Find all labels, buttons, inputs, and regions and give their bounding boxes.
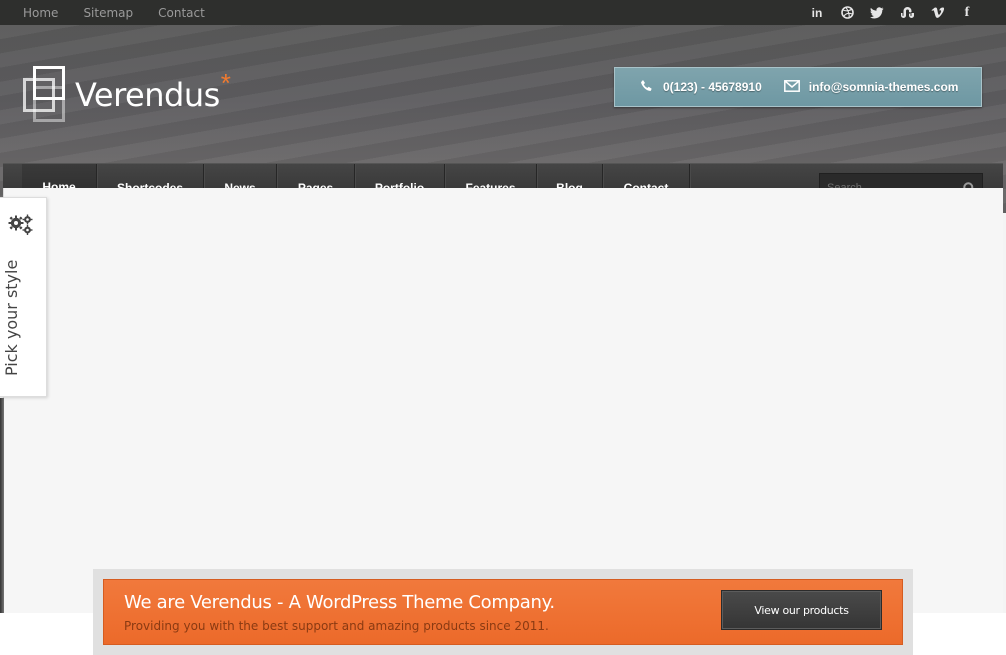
phone-icon	[640, 79, 654, 96]
dribbble-icon[interactable]	[838, 4, 856, 22]
stumbleupon-icon[interactable]	[898, 4, 916, 22]
view-products-button[interactable]: View our products	[721, 590, 882, 630]
main-content-area	[3, 188, 1003, 613]
top-link-sitemap[interactable]: Sitemap	[83, 6, 133, 20]
promo-banner: We are Verendus - A WordPress Theme Comp…	[103, 579, 903, 645]
site-logo[interactable]: Verendus *	[23, 65, 231, 125]
contact-info-box: 0(123) - 45678910 info@somnia-themes.com	[614, 67, 982, 107]
promo-subtitle: Providing you with the best support and …	[124, 619, 549, 633]
email-address[interactable]: info@somnia-themes.com	[809, 80, 959, 94]
twitter-icon[interactable]	[868, 4, 886, 22]
logo-mark-icon	[23, 66, 69, 124]
envelope-icon	[783, 79, 800, 95]
top-bar: Home Sitemap Contact in f	[0, 0, 1006, 25]
left-edge-shadow	[0, 398, 4, 613]
linkedin-icon[interactable]: in	[808, 4, 826, 22]
style-panel-label: Pick your style	[2, 259, 21, 376]
gears-icon[interactable]	[8, 214, 34, 236]
style-switcher-panel[interactable]: Pick your style	[0, 197, 47, 397]
phone-info: 0(123) - 45678910	[640, 79, 762, 96]
social-links: in f	[796, 0, 976, 25]
logo-text: Verendus	[75, 76, 220, 114]
email-info: info@somnia-themes.com	[783, 79, 959, 95]
top-link-contact[interactable]: Contact	[158, 6, 205, 20]
phone-number: 0(123) - 45678910	[663, 80, 762, 94]
vimeo-icon[interactable]	[928, 4, 946, 22]
top-links: Home Sitemap Contact	[23, 0, 230, 25]
facebook-icon[interactable]: f	[958, 4, 976, 22]
promo-title: We are Verendus - A WordPress Theme Comp…	[124, 592, 555, 613]
top-link-home[interactable]: Home	[23, 6, 58, 20]
logo-star: *	[220, 67, 231, 98]
site-header: Verendus * 0(123) - 45678910 info@somnia…	[0, 25, 1006, 213]
